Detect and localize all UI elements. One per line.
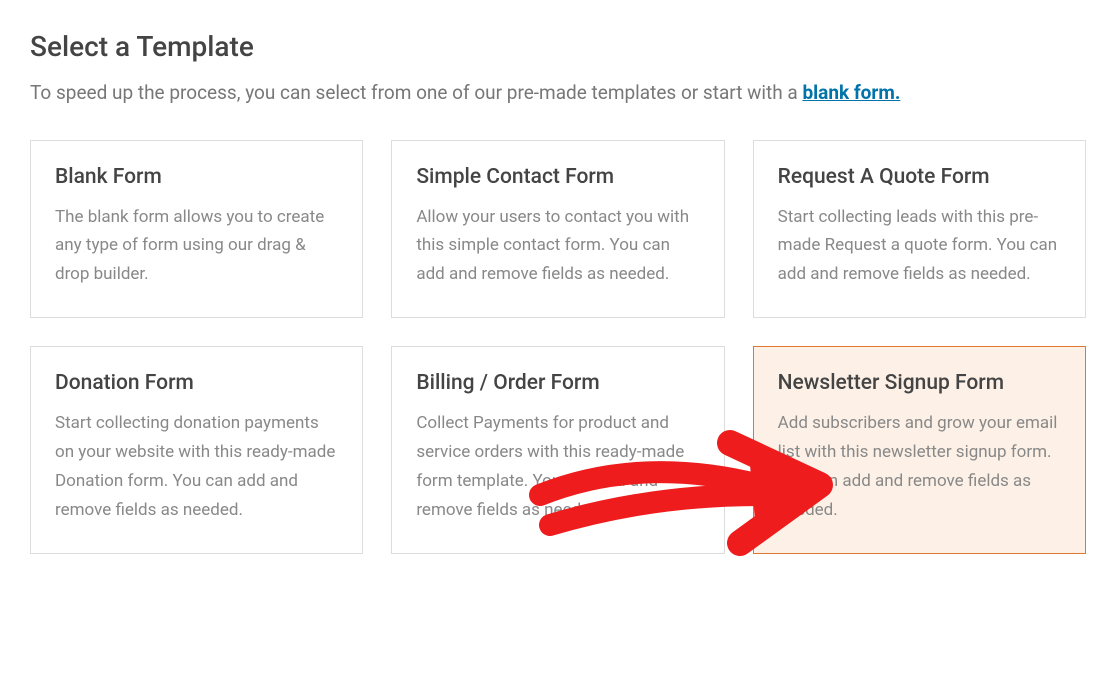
card-desc: Start collecting leads with this pre-mad…: [778, 203, 1061, 290]
page-title: Select a Template: [30, 30, 1086, 63]
page-subtitle: To speed up the process, you can select …: [30, 79, 1086, 108]
subtitle-text: To speed up the process, you can select …: [30, 81, 802, 104]
card-title: Newsletter Signup Form: [778, 371, 1061, 395]
template-card-simple-contact-form[interactable]: Simple Contact Form Allow your users to …: [391, 140, 724, 319]
template-card-blank-form[interactable]: Blank Form The blank form allows you to …: [30, 140, 363, 319]
template-grid: Blank Form The blank form allows you to …: [30, 140, 1086, 554]
blank-form-link[interactable]: blank form.: [802, 81, 900, 104]
card-title: Simple Contact Form: [416, 165, 699, 189]
card-title: Billing / Order Form: [416, 371, 699, 395]
template-card-newsletter-signup-form[interactable]: Newsletter Signup Form Add subscribers a…: [753, 346, 1086, 554]
card-desc: Add subscribers and grow your email list…: [778, 409, 1061, 525]
template-card-billing-order-form[interactable]: Billing / Order Form Collect Payments fo…: [391, 346, 724, 554]
card-desc: Start collecting donation payments on yo…: [55, 409, 338, 525]
card-title: Donation Form: [55, 371, 338, 395]
card-desc: The blank form allows you to create any …: [55, 203, 338, 290]
card-title: Blank Form: [55, 165, 338, 189]
template-card-donation-form[interactable]: Donation Form Start collecting donation …: [30, 346, 363, 554]
template-card-request-quote-form[interactable]: Request A Quote Form Start collecting le…: [753, 140, 1086, 319]
card-title: Request A Quote Form: [778, 165, 1061, 189]
card-desc: Collect Payments for product and service…: [416, 409, 699, 525]
card-desc: Allow your users to contact you with thi…: [416, 203, 699, 290]
